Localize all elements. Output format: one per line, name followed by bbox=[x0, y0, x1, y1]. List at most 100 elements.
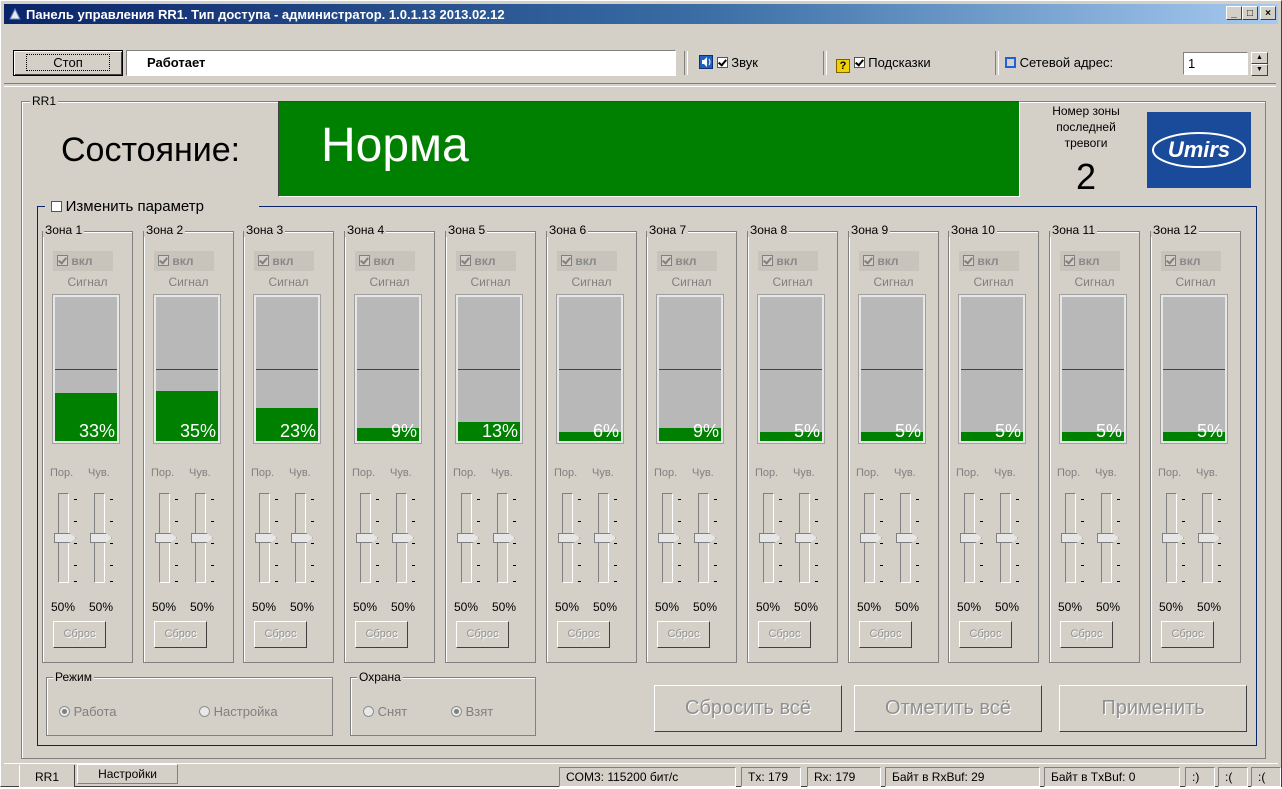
guard-off-option[interactable]: Снят bbox=[363, 704, 407, 719]
slider-thumb[interactable] bbox=[291, 533, 313, 543]
zone-enable-toggle[interactable]: вкл bbox=[53, 251, 113, 271]
slider-thumb[interactable] bbox=[896, 533, 918, 543]
zone-sensitivity-slider[interactable] bbox=[795, 493, 825, 587]
tab-settings[interactable]: Настройки bbox=[77, 764, 178, 784]
zone-reset-button[interactable]: Сброс bbox=[254, 621, 307, 648]
slider-thumb[interactable] bbox=[255, 533, 277, 543]
mode-work-radio[interactable] bbox=[59, 706, 70, 717]
mark-all-button[interactable]: Отметить всё bbox=[854, 685, 1042, 732]
mode-setup-option[interactable]: Настройка bbox=[199, 704, 278, 719]
zone-reset-button[interactable]: Сброс bbox=[859, 621, 912, 648]
spin-down-button[interactable]: ▼ bbox=[1251, 64, 1268, 76]
guard-on-option[interactable]: Взят bbox=[451, 704, 493, 719]
sound-checkbox[interactable] bbox=[716, 57, 728, 68]
zone-reset-button[interactable]: Сброс bbox=[355, 621, 408, 648]
mode-work-option[interactable]: Работа bbox=[59, 704, 117, 719]
guard-off-radio[interactable] bbox=[363, 706, 374, 717]
slider-thumb[interactable] bbox=[155, 533, 177, 543]
slider-thumb[interactable] bbox=[658, 533, 680, 543]
zone-sensitivity-slider[interactable] bbox=[594, 493, 624, 587]
maximize-button[interactable]: □ bbox=[1242, 6, 1258, 20]
slider-thumb[interactable] bbox=[860, 533, 882, 543]
zone-enable-checkbox[interactable] bbox=[57, 255, 68, 266]
zone-enable-toggle[interactable]: вкл bbox=[355, 251, 415, 271]
zone-enable-checkbox[interactable] bbox=[661, 255, 672, 266]
zone-enable-toggle[interactable]: вкл bbox=[657, 251, 717, 271]
zone-sensitivity-slider[interactable] bbox=[896, 493, 926, 587]
zone-reset-button[interactable]: Сброс bbox=[1161, 621, 1214, 648]
slider-thumb[interactable] bbox=[191, 533, 213, 543]
slider-thumb[interactable] bbox=[392, 533, 414, 543]
zone-reset-button[interactable]: Сброс bbox=[1060, 621, 1113, 648]
tab-rr1[interactable]: RR1 bbox=[19, 765, 75, 787]
reset-all-button[interactable]: Сбросить всё bbox=[654, 685, 842, 732]
zone-reset-button[interactable]: Сброс bbox=[758, 621, 811, 648]
mode-setup-radio[interactable] bbox=[199, 706, 210, 717]
zone-sensitivity-slider[interactable] bbox=[1097, 493, 1127, 587]
zone-threshold-slider[interactable] bbox=[1061, 493, 1091, 587]
zone-sensitivity-slider[interactable] bbox=[291, 493, 321, 587]
slider-thumb[interactable] bbox=[1162, 533, 1184, 543]
zone-enable-toggle[interactable]: вкл bbox=[959, 251, 1019, 271]
zone-enable-toggle[interactable]: вкл bbox=[154, 251, 214, 271]
slider-thumb[interactable] bbox=[457, 533, 479, 543]
hints-toggle[interactable]: ? Подсказки bbox=[836, 55, 931, 73]
stop-button[interactable]: Стоп bbox=[13, 50, 123, 76]
title-bar[interactable]: Панель управления RR1. Тип доступа - адм… bbox=[4, 4, 1278, 24]
slider-thumb[interactable] bbox=[759, 533, 781, 543]
slider-thumb[interactable] bbox=[960, 533, 982, 543]
slider-thumb[interactable] bbox=[558, 533, 580, 543]
zone-enable-toggle[interactable]: вкл bbox=[254, 251, 314, 271]
slider-thumb[interactable] bbox=[493, 533, 515, 543]
zone-enable-toggle[interactable]: вкл bbox=[1060, 251, 1120, 271]
zone-sensitivity-slider[interactable] bbox=[392, 493, 422, 587]
zone-enable-checkbox[interactable] bbox=[1064, 255, 1075, 266]
hints-checkbox[interactable] bbox=[853, 57, 865, 68]
zone-threshold-slider[interactable] bbox=[155, 493, 185, 587]
zone-sensitivity-slider[interactable] bbox=[996, 493, 1026, 587]
zone-threshold-slider[interactable] bbox=[54, 493, 84, 587]
sound-toggle[interactable]: Звук bbox=[699, 55, 758, 70]
zone-threshold-slider[interactable] bbox=[860, 493, 890, 587]
slider-thumb[interactable] bbox=[694, 533, 716, 543]
zone-sensitivity-slider[interactable] bbox=[191, 493, 221, 587]
zone-reset-button[interactable]: Сброс bbox=[959, 621, 1012, 648]
minimize-button[interactable]: _ bbox=[1226, 6, 1242, 20]
zone-threshold-slider[interactable] bbox=[356, 493, 386, 587]
slider-thumb[interactable] bbox=[1061, 533, 1083, 543]
slider-thumb[interactable] bbox=[356, 533, 378, 543]
zone-threshold-slider[interactable] bbox=[658, 493, 688, 587]
slider-thumb[interactable] bbox=[594, 533, 616, 543]
change-param-checkbox[interactable] bbox=[51, 201, 62, 212]
zone-sensitivity-slider[interactable] bbox=[90, 493, 120, 587]
zone-threshold-slider[interactable] bbox=[457, 493, 487, 587]
zone-enable-toggle[interactable]: вкл bbox=[456, 251, 516, 271]
slider-thumb[interactable] bbox=[54, 533, 76, 543]
slider-thumb[interactable] bbox=[90, 533, 112, 543]
zone-enable-toggle[interactable]: вкл bbox=[758, 251, 818, 271]
zone-sensitivity-slider[interactable] bbox=[694, 493, 724, 587]
slider-thumb[interactable] bbox=[996, 533, 1018, 543]
zone-threshold-slider[interactable] bbox=[1162, 493, 1192, 587]
zone-enable-checkbox[interactable] bbox=[258, 255, 269, 266]
guard-on-radio[interactable] bbox=[451, 706, 462, 717]
change-param-toggle[interactable]: Изменить параметр bbox=[45, 193, 259, 221]
close-button[interactable]: × bbox=[1260, 6, 1276, 20]
zone-reset-button[interactable]: Сброс bbox=[456, 621, 509, 648]
zone-threshold-slider[interactable] bbox=[255, 493, 285, 587]
apply-button[interactable]: Применить bbox=[1059, 685, 1247, 732]
zone-threshold-slider[interactable] bbox=[759, 493, 789, 587]
zone-reset-button[interactable]: Сброс bbox=[53, 621, 106, 648]
spin-up-button[interactable]: ▲ bbox=[1251, 52, 1268, 64]
slider-thumb[interactable] bbox=[1198, 533, 1220, 543]
zone-enable-checkbox[interactable] bbox=[762, 255, 773, 266]
zone-enable-checkbox[interactable] bbox=[460, 255, 471, 266]
zone-threshold-slider[interactable] bbox=[558, 493, 588, 587]
slider-thumb[interactable] bbox=[795, 533, 817, 543]
slider-thumb[interactable] bbox=[1097, 533, 1119, 543]
zone-sensitivity-slider[interactable] bbox=[1198, 493, 1228, 587]
zone-enable-checkbox[interactable] bbox=[158, 255, 169, 266]
zone-enable-checkbox[interactable] bbox=[561, 255, 572, 266]
zone-enable-checkbox[interactable] bbox=[963, 255, 974, 266]
network-address-input[interactable]: 1 bbox=[1183, 52, 1248, 75]
